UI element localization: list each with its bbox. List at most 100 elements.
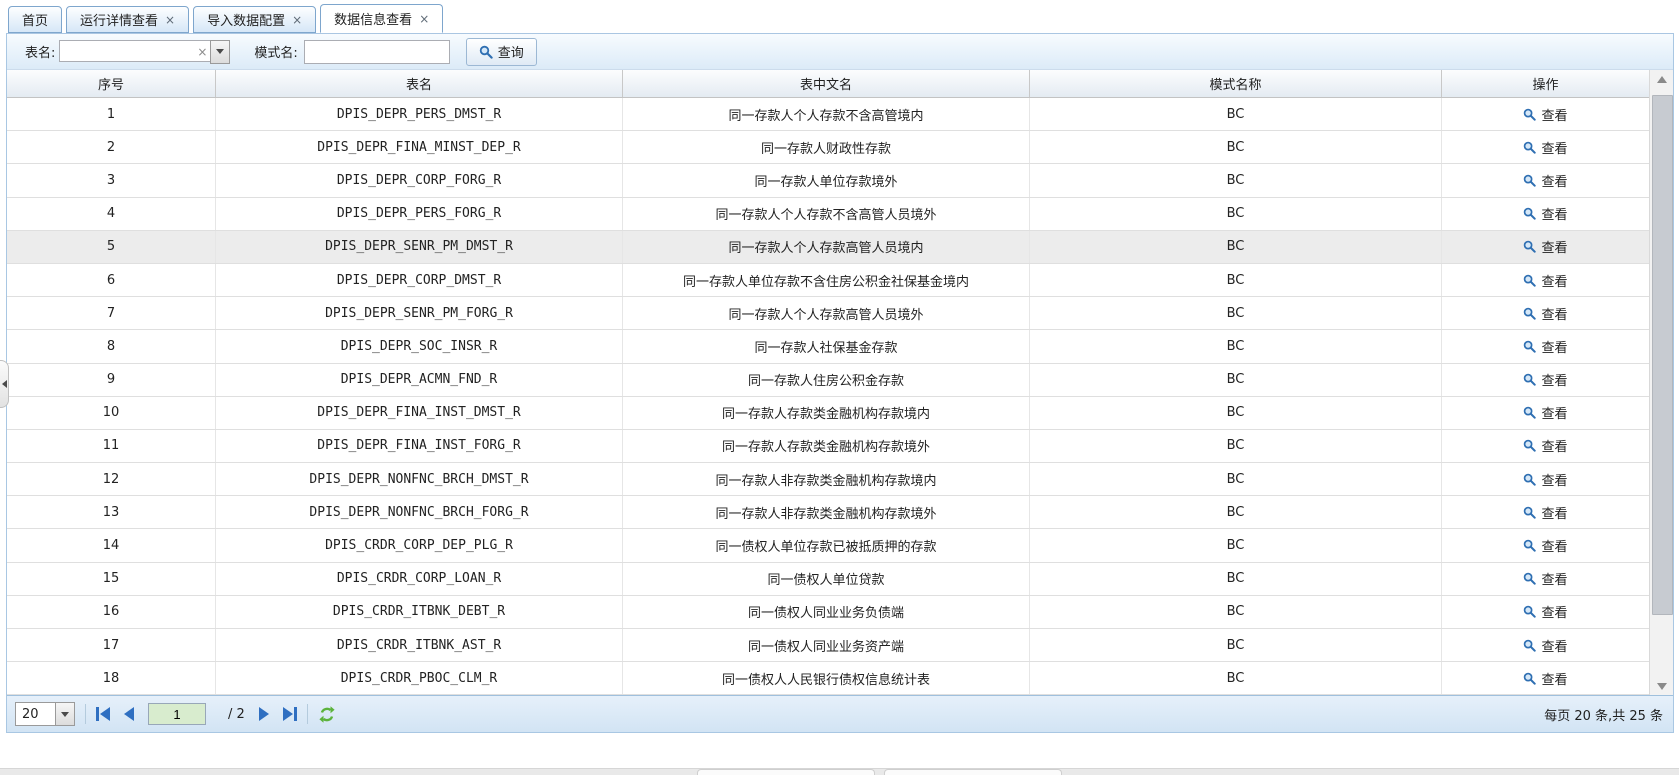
- panel-collapse-handle[interactable]: [0, 360, 9, 408]
- magnifier-icon: [1523, 406, 1536, 419]
- table-row[interactable]: 7 DPIS_DEPR_SENR_PM_FORG_R 同一存款人个人存款高管人员…: [7, 297, 1649, 330]
- table-row[interactable]: 16 DPIS_CRDR_ITBNK_DEBT_R 同一债权人同业业务负债端 B…: [7, 596, 1649, 629]
- magnifier-icon: [1523, 174, 1536, 187]
- scrollbar-thumb[interactable]: [1652, 95, 1673, 615]
- select-dropdown-trigger[interactable]: [55, 702, 75, 726]
- search-button[interactable]: 查询: [466, 38, 537, 66]
- cell-cn-name: 同一存款人个人存款高管人员境内: [623, 231, 1030, 263]
- view-label: 查看: [1541, 105, 1567, 124]
- table-row[interactable]: 9 DPIS_DEPR_ACMN_FND_R 同一存款人住房公积金存款 BC 查…: [7, 364, 1649, 397]
- last-page-button[interactable]: [283, 707, 297, 721]
- view-button[interactable]: 查看: [1523, 602, 1567, 621]
- view-button[interactable]: 查看: [1523, 503, 1567, 522]
- col-header-action[interactable]: 操作: [1442, 70, 1649, 97]
- table-row[interactable]: 11 DPIS_DEPR_FINA_INST_FORG_R 同一存款人存款类金融…: [7, 430, 1649, 463]
- scroll-up-button[interactable]: [1650, 70, 1673, 89]
- table-row[interactable]: 13 DPIS_DEPR_NONFNC_BRCH_FORG_R 同一存款人非存款…: [7, 496, 1649, 529]
- table-row[interactable]: 1 DPIS_DEPR_PERS_DMST_R 同一存款人个人存款不含高管境内 …: [7, 98, 1649, 131]
- table-row[interactable]: 3 DPIS_DEPR_CORP_FORG_R 同一存款人单位存款境外 BC 查…: [7, 164, 1649, 197]
- close-icon[interactable]: ×: [292, 14, 302, 26]
- table-row[interactable]: 12 DPIS_DEPR_NONFNC_BRCH_DMST_R 同一存款人非存款…: [7, 463, 1649, 496]
- magnifier-icon: [1523, 572, 1536, 585]
- table-body: 1 DPIS_DEPR_PERS_DMST_R 同一存款人个人存款不含高管境内 …: [7, 98, 1649, 695]
- vertical-scrollbar[interactable]: [1649, 70, 1673, 695]
- prev-page-button[interactable]: [124, 707, 134, 721]
- cell-seq: 11: [7, 430, 216, 462]
- view-button[interactable]: 查看: [1523, 470, 1567, 489]
- view-button[interactable]: 查看: [1523, 403, 1567, 422]
- table-row[interactable]: 8 DPIS_DEPR_SOC_INSR_R 同一存款人社保基金存款 BC 查看: [7, 330, 1649, 363]
- cell-seq: 10: [7, 397, 216, 429]
- data-table: 序号 表名 表中文名 模式名称 操作 1 DPIS_DEPR_PERS_DMST…: [7, 70, 1673, 695]
- view-button[interactable]: 查看: [1523, 304, 1567, 323]
- tab-run-details[interactable]: 运行详情查看 ×: [66, 6, 189, 33]
- cell-table-name: DPIS_CRDR_CORP_LOAN_R: [216, 563, 623, 595]
- cell-seq: 9: [7, 364, 216, 396]
- combo-dropdown-trigger[interactable]: [210, 40, 230, 64]
- tab-import-config[interactable]: 导入数据配置 ×: [193, 6, 316, 33]
- view-button[interactable]: 查看: [1523, 370, 1567, 389]
- view-button[interactable]: 查看: [1523, 436, 1567, 455]
- view-label: 查看: [1541, 669, 1567, 688]
- page-count-label: / 2: [228, 707, 245, 722]
- cell-table-name: DPIS_DEPR_ACMN_FND_R: [216, 364, 623, 396]
- table-row[interactable]: 2 DPIS_DEPR_FINA_MINST_DEP_R 同一存款人财政性存款 …: [7, 131, 1649, 164]
- cell-schema: BC: [1030, 198, 1442, 230]
- schema-name-input[interactable]: [304, 40, 450, 64]
- refresh-button[interactable]: [318, 706, 336, 723]
- close-icon[interactable]: ×: [419, 13, 429, 25]
- tab-data-info[interactable]: 数据信息查看 ×: [320, 4, 443, 33]
- cell-table-name: DPIS_CRDR_ITBNK_AST_R: [216, 629, 623, 661]
- view-button[interactable]: 查看: [1523, 569, 1567, 588]
- view-button[interactable]: 查看: [1523, 669, 1567, 688]
- view-button[interactable]: 查看: [1523, 271, 1567, 290]
- cell-table-name: DPIS_DEPR_NONFNC_BRCH_DMST_R: [216, 463, 623, 495]
- view-button[interactable]: 查看: [1523, 536, 1567, 555]
- table-row[interactable]: 10 DPIS_DEPR_FINA_INST_DMST_R 同一存款人存款类金融…: [7, 397, 1649, 430]
- cell-table-name: DPIS_DEPR_SENR_PM_FORG_R: [216, 297, 623, 329]
- view-label: 查看: [1541, 271, 1567, 290]
- page-size-select[interactable]: 20: [15, 702, 75, 726]
- col-header-cnname[interactable]: 表中文名: [623, 70, 1030, 97]
- view-label: 查看: [1541, 536, 1567, 555]
- view-button[interactable]: 查看: [1523, 138, 1567, 157]
- current-page-input[interactable]: [148, 703, 206, 725]
- magnifier-icon: [1523, 473, 1536, 486]
- table-row[interactable]: 5 DPIS_DEPR_SENR_PM_DMST_R 同一存款人个人存款高管人员…: [7, 231, 1649, 264]
- cell-table-name: DPIS_CRDR_CORP_DEP_PLG_R: [216, 529, 623, 561]
- cell-cn-name: 同一存款人非存款类金融机构存款境内: [623, 463, 1030, 495]
- clear-icon[interactable]: ×: [194, 40, 210, 64]
- cell-table-name: DPIS_DEPR_FINA_MINST_DEP_R: [216, 131, 623, 163]
- cell-action: 查看: [1442, 463, 1649, 495]
- table-name-input[interactable]: [59, 40, 211, 62]
- view-button[interactable]: 查看: [1523, 105, 1567, 124]
- view-button[interactable]: 查看: [1523, 171, 1567, 190]
- close-icon[interactable]: ×: [165, 14, 175, 26]
- table-row[interactable]: 6 DPIS_DEPR_CORP_DMST_R 同一存款人单位存款不含住房公积金…: [7, 264, 1649, 297]
- table-row[interactable]: 15 DPIS_CRDR_CORP_LOAN_R 同一债权人单位贷款 BC 查看: [7, 563, 1649, 596]
- tab-home[interactable]: 首页: [8, 6, 62, 33]
- table-row[interactable]: 4 DPIS_DEPR_PERS_FORG_R 同一存款人个人存款不含高管人员境…: [7, 198, 1649, 231]
- scroll-down-button[interactable]: [1650, 676, 1673, 695]
- cell-action: 查看: [1442, 164, 1649, 196]
- table-row[interactable]: 14 DPIS_CRDR_CORP_DEP_PLG_R 同一债权人单位存款已被抵…: [7, 529, 1649, 562]
- arrow-up-icon: [1657, 71, 1667, 83]
- view-button[interactable]: 查看: [1523, 204, 1567, 223]
- view-button[interactable]: 查看: [1523, 636, 1567, 655]
- view-button[interactable]: 查看: [1523, 237, 1567, 256]
- table-row[interactable]: 18 DPIS_CRDR_PBOC_CLM_R 同一债权人人民银行债权信息统计表…: [7, 662, 1649, 695]
- cell-table-name: DPIS_DEPR_SOC_INSR_R: [216, 330, 623, 362]
- col-header-schema[interactable]: 模式名称: [1030, 70, 1442, 97]
- cell-cn-name: 同一债权人同业业务负债端: [623, 596, 1030, 628]
- col-header-name[interactable]: 表名: [216, 70, 623, 97]
- col-header-seq[interactable]: 序号: [7, 70, 216, 97]
- cell-seq: 18: [7, 662, 216, 694]
- table-row[interactable]: 17 DPIS_CRDR_ITBNK_AST_R 同一债权人同业业务资产端 BC…: [7, 629, 1649, 662]
- refresh-icon: [318, 706, 336, 723]
- magnifier-icon: [1523, 141, 1536, 154]
- next-page-button[interactable]: [259, 707, 269, 721]
- cell-table-name: DPIS_DEPR_CORP_FORG_R: [216, 164, 623, 196]
- first-page-button[interactable]: [96, 707, 110, 721]
- view-button[interactable]: 查看: [1523, 337, 1567, 356]
- view-label: 查看: [1541, 602, 1567, 621]
